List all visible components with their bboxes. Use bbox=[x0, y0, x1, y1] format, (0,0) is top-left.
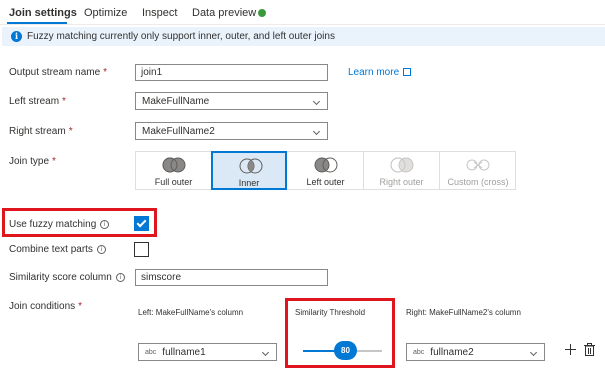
chevron-down-icon bbox=[261, 348, 270, 357]
left-stream-label-text: Left stream bbox=[9, 96, 60, 107]
similarity-column-input[interactable]: simscore bbox=[135, 269, 328, 286]
banner-message: Fuzzy matching currently only support in… bbox=[27, 31, 335, 42]
join-type-left-outer[interactable]: Left outer bbox=[288, 152, 364, 189]
join-type-custom-cross: Custom (cross) bbox=[440, 152, 516, 189]
add-condition-icon[interactable] bbox=[565, 344, 576, 355]
similarity-threshold-highlight bbox=[285, 298, 395, 368]
left-stream-label: Left stream * bbox=[9, 96, 66, 107]
chevron-down-icon bbox=[312, 97, 321, 106]
right-column-value: fullname2 bbox=[430, 347, 474, 358]
help-icon[interactable]: i bbox=[115, 273, 125, 282]
chevron-down-icon bbox=[529, 348, 538, 357]
left-outer-join-icon bbox=[314, 157, 338, 173]
required-mark: * bbox=[52, 156, 56, 167]
info-icon: i bbox=[11, 31, 22, 42]
cross-join-icon bbox=[466, 159, 490, 171]
left-stream-dropdown[interactable]: MakeFullName bbox=[135, 92, 328, 110]
info-banner: i Fuzzy matching currently only support … bbox=[2, 27, 605, 46]
tab-join-settings[interactable]: Join settings bbox=[9, 7, 77, 19]
join-type-right-outer: Right outer bbox=[364, 152, 440, 189]
fuzzy-matching-highlight bbox=[2, 208, 157, 237]
join-type-inner[interactable]: Inner bbox=[211, 151, 287, 190]
required-mark: * bbox=[62, 96, 66, 107]
output-stream-label-text: Output stream name bbox=[9, 67, 101, 78]
learn-more-link[interactable]: Learn more bbox=[348, 67, 412, 78]
right-column-dropdown[interactable]: abc fullname2 bbox=[406, 343, 545, 361]
output-stream-input[interactable]: join1 bbox=[135, 64, 328, 81]
external-link-icon bbox=[403, 68, 412, 76]
right-outer-join-icon bbox=[390, 157, 414, 173]
combine-text-label-text: Combine text parts bbox=[9, 244, 93, 255]
right-stream-label-text: Right stream bbox=[9, 126, 66, 137]
required-mark: * bbox=[103, 67, 108, 78]
join-type-label-text: Join type bbox=[9, 156, 50, 167]
left-column-dropdown[interactable]: abc fullname1 bbox=[138, 343, 277, 361]
string-type-tag: abc bbox=[413, 349, 425, 356]
active-tab-indicator bbox=[7, 22, 67, 24]
join-conditions-label-text: Join conditions bbox=[9, 301, 76, 312]
learn-more-text: Learn more bbox=[348, 67, 400, 78]
similarity-column-label-text: Similarity score column bbox=[9, 272, 112, 283]
chevron-down-icon bbox=[312, 127, 321, 136]
similarity-column-label: Similarity score column i bbox=[9, 272, 125, 283]
right-stream-value: MakeFullName2 bbox=[142, 126, 215, 137]
join-type-custom-cross-label: Custom (cross) bbox=[447, 177, 509, 187]
tab-bar: Join settings Optimize Inspect Data prev… bbox=[0, 0, 605, 25]
tab-inspect[interactable]: Inspect bbox=[142, 7, 177, 19]
join-type-inner-label: Inner bbox=[238, 178, 260, 188]
output-stream-label: Output stream name * bbox=[9, 67, 107, 78]
required-mark: * bbox=[68, 126, 73, 137]
tab-data-preview[interactable]: Data preview bbox=[192, 7, 256, 19]
join-type-full-outer-label: Full outer bbox=[154, 177, 193, 187]
string-type-tag: abc bbox=[145, 349, 157, 356]
left-column-value: fullname1 bbox=[162, 347, 206, 358]
join-conditions-label: Join conditions * bbox=[9, 301, 82, 312]
left-column-header: Left: MakeFullName's column bbox=[138, 308, 244, 317]
full-outer-join-icon bbox=[162, 157, 186, 173]
delete-condition-icon[interactable] bbox=[584, 343, 595, 356]
right-column-header: Right: MakeFullName2's column bbox=[406, 308, 521, 317]
required-mark: * bbox=[78, 301, 83, 312]
join-type-selector: Full outer Inner Left outer Right outer bbox=[135, 151, 516, 190]
tab-optimize[interactable]: Optimize bbox=[84, 7, 127, 19]
inner-join-icon bbox=[239, 158, 263, 174]
right-stream-label: Right stream * bbox=[9, 126, 73, 137]
combine-text-label: Combine text parts i bbox=[9, 244, 106, 255]
combine-text-checkbox[interactable] bbox=[134, 242, 149, 257]
left-stream-value: MakeFullName bbox=[142, 96, 210, 107]
join-type-full-outer[interactable]: Full outer bbox=[136, 152, 212, 189]
join-type-right-outer-label: Right outer bbox=[379, 177, 424, 187]
help-icon[interactable]: i bbox=[96, 245, 106, 254]
data-preview-status-dot bbox=[258, 9, 266, 17]
right-stream-dropdown[interactable]: MakeFullName2 bbox=[135, 122, 328, 140]
join-type-left-outer-label: Left outer bbox=[306, 177, 345, 187]
join-type-label: Join type * bbox=[9, 156, 56, 167]
